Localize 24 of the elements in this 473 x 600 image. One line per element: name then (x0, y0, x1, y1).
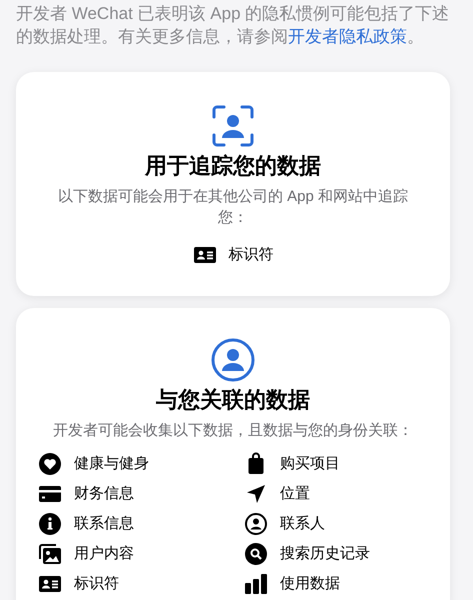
data-type-label: 健康与健身 (74, 454, 149, 474)
privacy-policy-link[interactable]: 开发者隐私政策 (288, 27, 407, 46)
data-type-label: 位置 (280, 484, 310, 504)
data-type-label: 购买项目 (280, 454, 340, 474)
card-subtitle: 开发者可能会收集以下数据，且数据与您的身份关联： (52, 421, 414, 441)
data-type-label: 联系信息 (74, 514, 134, 534)
data-type-label: 标识符 (74, 574, 119, 594)
data-type-label: 联系人 (280, 514, 325, 534)
person-circle-icon (211, 338, 255, 382)
data-type-label: 标识符 (228, 244, 274, 265)
search-icon (244, 542, 268, 566)
person-icon (244, 512, 268, 536)
card-title: 与您关联的数据 (156, 386, 310, 414)
data-type-label: 用户内容 (74, 544, 134, 564)
card-subtitle: 以下数据可能会用于在其他公司的 App 和网站中追踪您： (56, 187, 410, 228)
bar-chart-icon (244, 572, 268, 596)
intro-text: 开发者 WeChat 已表明该 App 的隐私惯例可能包括了下述的数据处理。有关更多信息，请参阅开发者隐私政策。 (15, 3, 450, 48)
data-type-label: 使用数据 (280, 574, 340, 594)
data-type-label: 财务信息 (74, 484, 134, 504)
card-title: 用于追踪您的数据 (145, 152, 321, 180)
photos-icon (38, 542, 62, 566)
data-type-label: 搜索历史记录 (280, 544, 370, 564)
info-icon (38, 512, 62, 536)
scan-person-icon (211, 104, 255, 148)
